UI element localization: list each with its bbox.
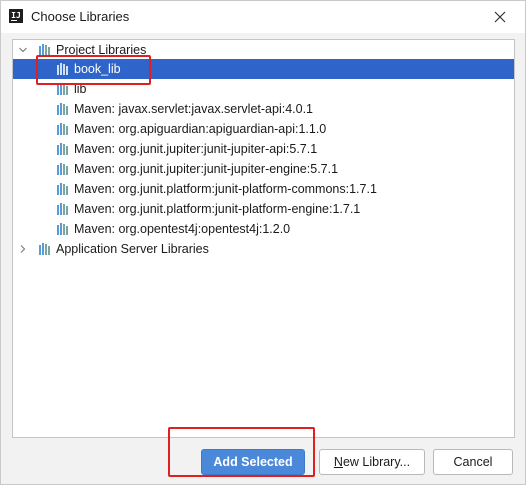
chevron-down-icon[interactable] xyxy=(18,45,28,55)
tree-item-maven[interactable]: Maven: javax.servlet:javax.servlet-api:4… xyxy=(13,99,514,119)
choose-libraries-dialog: IJ Choose Libraries Project Libraries bo… xyxy=(0,0,526,485)
library-icon xyxy=(56,203,70,215)
tree-item-label: book_lib xyxy=(74,62,121,76)
tree-group-application-server-libraries[interactable]: Application Server Libraries xyxy=(13,239,514,259)
close-button[interactable] xyxy=(485,5,515,29)
window-title: Choose Libraries xyxy=(31,9,130,24)
tree-group-label: Application Server Libraries xyxy=(56,242,209,256)
library-icon xyxy=(56,123,70,135)
intellij-icon: IJ xyxy=(9,9,23,23)
tree-item-maven[interactable]: Maven: org.junit.jupiter:junit-jupiter-e… xyxy=(13,159,514,179)
tree-group-label: Project Libraries xyxy=(56,43,147,57)
library-icon xyxy=(38,243,52,255)
add-selected-button[interactable]: Add Selected xyxy=(201,449,305,475)
library-icon xyxy=(38,44,52,56)
tree-item-maven[interactable]: Maven: org.junit.platform:junit-platform… xyxy=(13,199,514,219)
title-bar: IJ Choose Libraries xyxy=(1,1,525,33)
new-library-label: ew Library... xyxy=(342,455,411,469)
new-library-button[interactable]: New Library... xyxy=(319,449,425,475)
library-icon xyxy=(56,63,70,75)
tree-item-label: Maven: org.opentest4j:opentest4j:1.2.0 xyxy=(74,222,291,236)
new-library-mnemonic: N xyxy=(333,455,343,469)
tree-item-lib[interactable]: lib xyxy=(13,79,514,99)
library-icon xyxy=(56,103,70,115)
close-icon xyxy=(494,11,506,23)
libraries-tree[interactable]: Project Libraries book_lib lib Maven: ja… xyxy=(12,39,515,438)
tree-item-label: Maven: org.junit.jupiter:junit-jupiter-e… xyxy=(74,162,339,176)
tree-item-label: Maven: org.junit.platform:junit-platform… xyxy=(74,182,377,196)
library-icon xyxy=(56,143,70,155)
cancel-button[interactable]: Cancel xyxy=(433,449,513,475)
app-icon-text: IJ xyxy=(11,11,21,20)
tree-item-label: Maven: org.apiguardian:apiguardian-api:1… xyxy=(74,122,327,136)
library-icon xyxy=(56,163,70,175)
tree-item-label: lib xyxy=(74,82,87,96)
tree-group-project-libraries[interactable]: Project Libraries xyxy=(13,40,514,60)
library-icon xyxy=(56,83,70,95)
tree-item-label: Maven: javax.servlet:javax.servlet-api:4… xyxy=(74,102,313,116)
chevron-right-icon[interactable] xyxy=(18,244,28,254)
library-icon xyxy=(56,223,70,235)
tree-item-label: Maven: org.junit.platform:junit-platform… xyxy=(74,202,361,216)
tree-item-maven[interactable]: Maven: org.junit.jupiter:junit-jupiter-a… xyxy=(13,139,514,159)
tree-item-maven[interactable]: Maven: org.apiguardian:apiguardian-api:1… xyxy=(13,119,514,139)
tree-item-maven[interactable]: Maven: org.junit.platform:junit-platform… xyxy=(13,179,514,199)
tree-item-maven[interactable]: Maven: org.opentest4j:opentest4j:1.2.0 xyxy=(13,219,514,239)
library-icon xyxy=(56,183,70,195)
tree-item-book-lib[interactable]: book_lib xyxy=(13,59,514,79)
tree-item-label: Maven: org.junit.jupiter:junit-jupiter-a… xyxy=(74,142,318,156)
